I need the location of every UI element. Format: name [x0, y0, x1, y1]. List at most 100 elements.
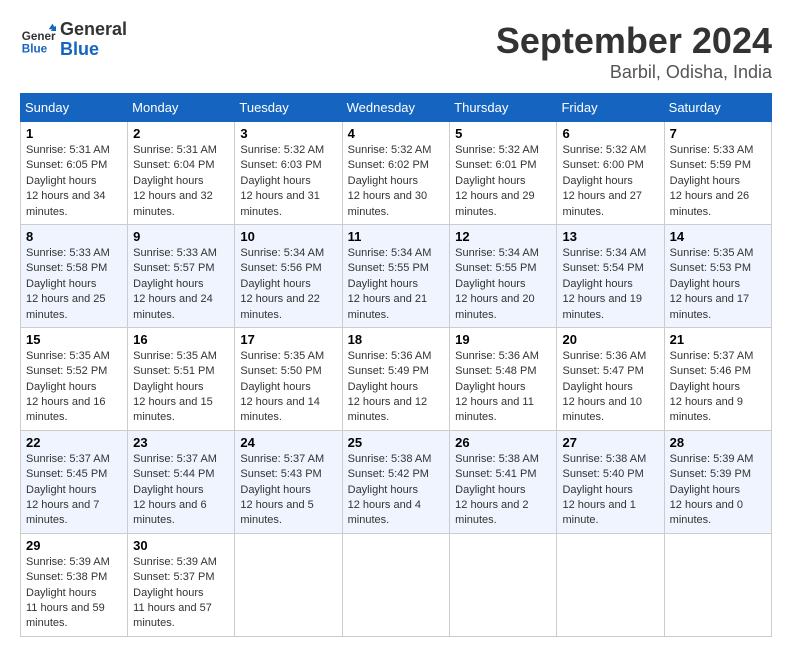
page-header: General Blue General Blue September 2024… — [20, 20, 772, 83]
calendar-day-6: 6 Sunrise: 5:32 AMSunset: 6:00 PMDaylight… — [557, 122, 664, 225]
day-number: 16 — [133, 332, 229, 347]
title-block: September 2024 Barbil, Odisha, India — [496, 20, 772, 83]
day-info: Sunrise: 5:35 AMSunset: 5:53 PMDaylight … — [670, 247, 754, 321]
calendar-day-21: 21 Sunrise: 5:37 AMSunset: 5:46 PMDayligh… — [664, 327, 771, 430]
header-day-wednesday: Wednesday — [342, 94, 450, 122]
header-day-sunday: Sunday — [21, 94, 128, 122]
calendar-table: SundayMondayTuesdayWednesdayThursdayFrid… — [20, 93, 772, 637]
calendar-day-9: 9Sunrise: 5:33 AMSunset: 5:57 PMDaylight… — [128, 224, 235, 327]
svg-text:Blue: Blue — [22, 42, 48, 55]
calendar-day-1: 1 Sunrise: 5:31 AMSunset: 6:05 PMDaylight… — [21, 122, 128, 225]
calendar-day-11: 11Sunrise: 5:34 AMSunset: 5:55 PMDayligh… — [342, 224, 450, 327]
day-number: 24 — [240, 435, 336, 450]
calendar-day-25: 25 Sunrise: 5:38 AMSunset: 5:42 PMDayligh… — [342, 430, 450, 533]
calendar-day-3: 3 Sunrise: 5:32 AMSunset: 6:03 PMDaylight… — [235, 122, 342, 225]
day-info: Sunrise: 5:38 AMSunset: 5:41 PMDaylight … — [455, 453, 539, 527]
day-info: Sunrise: 5:32 AMSunset: 6:00 PMDaylight … — [562, 144, 646, 218]
day-number: 10 — [240, 229, 336, 244]
calendar-day-30: 30 Sunrise: 5:39 AMSunset: 5:37 PMDayligh… — [128, 533, 235, 636]
day-info: Sunrise: 5:36 AMSunset: 5:49 PMDaylight … — [348, 350, 432, 424]
calendar-day-15: 15 Sunrise: 5:35 AMSunset: 5:52 PMDayligh… — [21, 327, 128, 430]
logo-line2: Blue — [60, 40, 127, 60]
day-info: Sunrise: 5:38 AMSunset: 5:42 PMDaylight … — [348, 453, 432, 527]
calendar-day-27: 27 Sunrise: 5:38 AMSunset: 5:40 PMDayligh… — [557, 430, 664, 533]
day-info: Sunrise: 5:34 AMSunset: 5:56 PMDaylight … — [240, 247, 324, 321]
calendar-week-5: 29Sunrise: 5:39 AMSunset: 5:38 PMDayligh… — [21, 533, 772, 636]
calendar-day-26: 26 Sunrise: 5:38 AMSunset: 5:41 PMDayligh… — [450, 430, 557, 533]
calendar-day-5: 5 Sunrise: 5:32 AMSunset: 6:01 PMDaylight… — [450, 122, 557, 225]
day-number: 1 — [26, 126, 122, 141]
logo: General Blue General Blue — [20, 20, 127, 60]
calendar-day-23: 23 Sunrise: 5:37 AMSunset: 5:44 PMDayligh… — [128, 430, 235, 533]
day-info: Sunrise: 5:37 AMSunset: 5:45 PMDaylight … — [26, 453, 110, 527]
empty-cell — [342, 533, 450, 636]
calendar-day-16: 16Sunrise: 5:35 AMSunset: 5:51 PMDayligh… — [128, 327, 235, 430]
calendar-day-18: 18 Sunrise: 5:36 AMSunset: 5:49 PMDayligh… — [342, 327, 450, 430]
day-number: 30 — [133, 538, 229, 553]
calendar-day-22: 22Sunrise: 5:37 AMSunset: 5:45 PMDayligh… — [21, 430, 128, 533]
day-number: 23 — [133, 435, 229, 450]
day-info: Sunrise: 5:39 AMSunset: 5:39 PMDaylight … — [670, 453, 754, 527]
day-number: 15 — [26, 332, 122, 347]
day-number: 26 — [455, 435, 551, 450]
day-info: Sunrise: 5:32 AMSunset: 6:02 PMDaylight … — [348, 144, 432, 218]
day-number: 13 — [562, 229, 658, 244]
logo-line1: General — [60, 20, 127, 40]
empty-cell — [557, 533, 664, 636]
header-day-friday: Friday — [557, 94, 664, 122]
day-number: 20 — [562, 332, 658, 347]
day-info: Sunrise: 5:32 AMSunset: 6:01 PMDaylight … — [455, 144, 539, 218]
day-info: Sunrise: 5:31 AMSunset: 6:05 PMDaylight … — [26, 144, 110, 218]
calendar-day-17: 17Sunrise: 5:35 AMSunset: 5:50 PMDayligh… — [235, 327, 342, 430]
day-number: 12 — [455, 229, 551, 244]
calendar-week-4: 22Sunrise: 5:37 AMSunset: 5:45 PMDayligh… — [21, 430, 772, 533]
day-number: 27 — [562, 435, 658, 450]
calendar-day-12: 12 Sunrise: 5:34 AMSunset: 5:55 PMDayligh… — [450, 224, 557, 327]
day-info: Sunrise: 5:37 AMSunset: 5:43 PMDaylight … — [240, 453, 324, 527]
day-info: Sunrise: 5:32 AMSunset: 6:03 PMDaylight … — [240, 144, 324, 218]
day-number: 19 — [455, 332, 551, 347]
day-number: 3 — [240, 126, 336, 141]
calendar-day-13: 13 Sunrise: 5:34 AMSunset: 5:54 PMDayligh… — [557, 224, 664, 327]
day-info: Sunrise: 5:35 AMSunset: 5:52 PMDaylight … — [26, 350, 110, 424]
header-day-monday: Monday — [128, 94, 235, 122]
day-number: 5 — [455, 126, 551, 141]
location-title: Barbil, Odisha, India — [496, 62, 772, 83]
calendar-day-29: 29Sunrise: 5:39 AMSunset: 5:38 PMDayligh… — [21, 533, 128, 636]
month-title: September 2024 — [496, 20, 772, 62]
day-number: 14 — [670, 229, 766, 244]
day-number: 29 — [26, 538, 122, 553]
day-info: Sunrise: 5:34 AMSunset: 5:55 PMDaylight … — [455, 247, 539, 321]
calendar-week-1: 1 Sunrise: 5:31 AMSunset: 6:05 PMDaylight… — [21, 122, 772, 225]
day-info: Sunrise: 5:33 AMSunset: 5:58 PMDaylight … — [26, 247, 110, 321]
svg-text:General: General — [22, 30, 56, 43]
calendar-header: SundayMondayTuesdayWednesdayThursdayFrid… — [21, 94, 772, 122]
day-number: 2 — [133, 126, 229, 141]
header-row: SundayMondayTuesdayWednesdayThursdayFrid… — [21, 94, 772, 122]
day-info: Sunrise: 5:37 AMSunset: 5:44 PMDaylight … — [133, 453, 217, 527]
empty-cell — [664, 533, 771, 636]
calendar-day-20: 20Sunrise: 5:36 AMSunset: 5:47 PMDayligh… — [557, 327, 664, 430]
day-number: 6 — [562, 126, 658, 141]
day-number: 25 — [348, 435, 445, 450]
calendar-day-24: 24 Sunrise: 5:37 AMSunset: 5:43 PMDayligh… — [235, 430, 342, 533]
header-day-tuesday: Tuesday — [235, 94, 342, 122]
day-info: Sunrise: 5:35 AMSunset: 5:50 PMDaylight … — [240, 350, 324, 424]
calendar-day-2: 2 Sunrise: 5:31 AMSunset: 6:04 PMDaylight… — [128, 122, 235, 225]
calendar-day-8: 8Sunrise: 5:33 AMSunset: 5:58 PMDaylight… — [21, 224, 128, 327]
calendar-day-28: 28Sunrise: 5:39 AMSunset: 5:39 PMDayligh… — [664, 430, 771, 533]
day-info: Sunrise: 5:38 AMSunset: 5:40 PMDaylight … — [562, 453, 646, 527]
day-info: Sunrise: 5:31 AMSunset: 6:04 PMDaylight … — [133, 144, 217, 218]
calendar-day-7: 7Sunrise: 5:33 AMSunset: 5:59 PMDaylight… — [664, 122, 771, 225]
logo-icon: General Blue — [20, 22, 56, 58]
day-number: 21 — [670, 332, 766, 347]
day-info: Sunrise: 5:39 AMSunset: 5:37 PMDaylight … — [133, 556, 217, 630]
day-info: Sunrise: 5:37 AMSunset: 5:46 PMDaylight … — [670, 350, 754, 424]
calendar-body: 1 Sunrise: 5:31 AMSunset: 6:05 PMDaylight… — [21, 122, 772, 637]
calendar-day-19: 19Sunrise: 5:36 AMSunset: 5:48 PMDayligh… — [450, 327, 557, 430]
day-number: 18 — [348, 332, 445, 347]
day-info: Sunrise: 5:34 AMSunset: 5:54 PMDaylight … — [562, 247, 646, 321]
day-number: 11 — [348, 229, 445, 244]
empty-cell — [235, 533, 342, 636]
empty-cell — [450, 533, 557, 636]
